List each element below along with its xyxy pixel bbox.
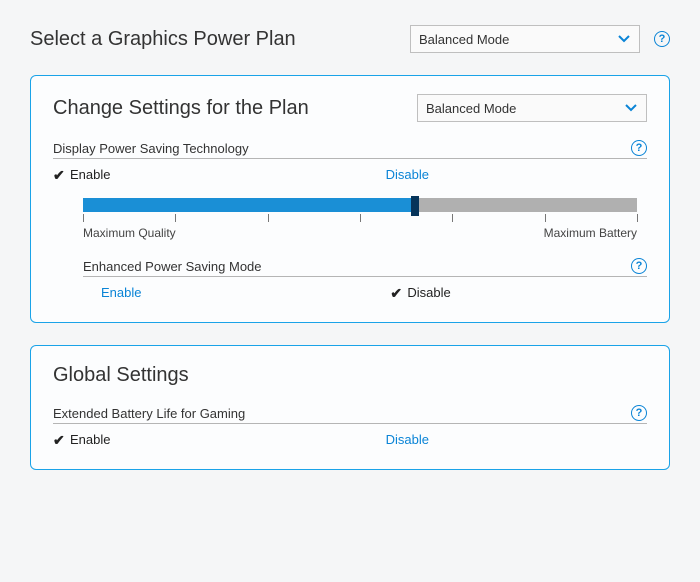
help-icon[interactable]: ? (631, 405, 647, 421)
global-settings-panel: Global Settings Extended Battery Life fo… (30, 345, 670, 470)
plan-mode-select[interactable]: Balanced Mode (417, 94, 647, 122)
check-icon: ✔ (53, 168, 67, 182)
epsm-disable-option[interactable]: ✔ Disable (390, 285, 450, 300)
chevron-down-icon (617, 32, 631, 46)
slider-right-label: Maximum Battery (544, 226, 637, 240)
slider-left-label: Maximum Quality (83, 226, 176, 240)
dpst-slider-thumb[interactable] (411, 196, 419, 216)
power-plan-select-value: Balanced Mode (419, 32, 509, 47)
dpst-slider-ticks (83, 214, 637, 224)
global-settings-title: Global Settings (53, 364, 647, 387)
epsm-enable-label: Enable (101, 285, 141, 300)
dpst-slider[interactable] (83, 198, 637, 212)
page-title: Select a Graphics Power Plan (30, 28, 410, 51)
help-icon[interactable]: ? (631, 140, 647, 156)
dpst-disable-option[interactable]: Disable (386, 167, 429, 182)
dpst-slider-fill (83, 198, 415, 212)
plan-settings-title: Change Settings for the Plan (53, 97, 417, 120)
chevron-down-icon (624, 101, 638, 115)
epsm-disable-label: Disable (407, 285, 450, 300)
dpst-enable-label: Enable (70, 167, 110, 182)
help-icon[interactable]: ? (654, 31, 670, 47)
power-plan-select[interactable]: Balanced Mode (410, 25, 640, 53)
eblg-disable-label: Disable (386, 432, 429, 447)
plan-settings-panel: Change Settings for the Plan Balanced Mo… (30, 75, 670, 323)
dpst-disable-label: Disable (386, 167, 429, 182)
eblg-label: Extended Battery Life for Gaming (53, 406, 631, 421)
epsm-enable-option[interactable]: Enable (101, 285, 390, 300)
dpst-enable-option[interactable]: ✔ Enable (53, 167, 386, 182)
help-icon[interactable]: ? (631, 258, 647, 274)
epsm-label: Enhanced Power Saving Mode (83, 259, 631, 274)
dpst-label: Display Power Saving Technology (53, 141, 631, 156)
eblg-enable-option[interactable]: ✔ Enable (53, 432, 386, 447)
plan-mode-select-value: Balanced Mode (426, 101, 516, 116)
check-icon: ✔ (53, 433, 67, 447)
eblg-disable-option[interactable]: Disable (386, 432, 429, 447)
eblg-enable-label: Enable (70, 432, 110, 447)
check-icon: ✔ (390, 286, 404, 300)
